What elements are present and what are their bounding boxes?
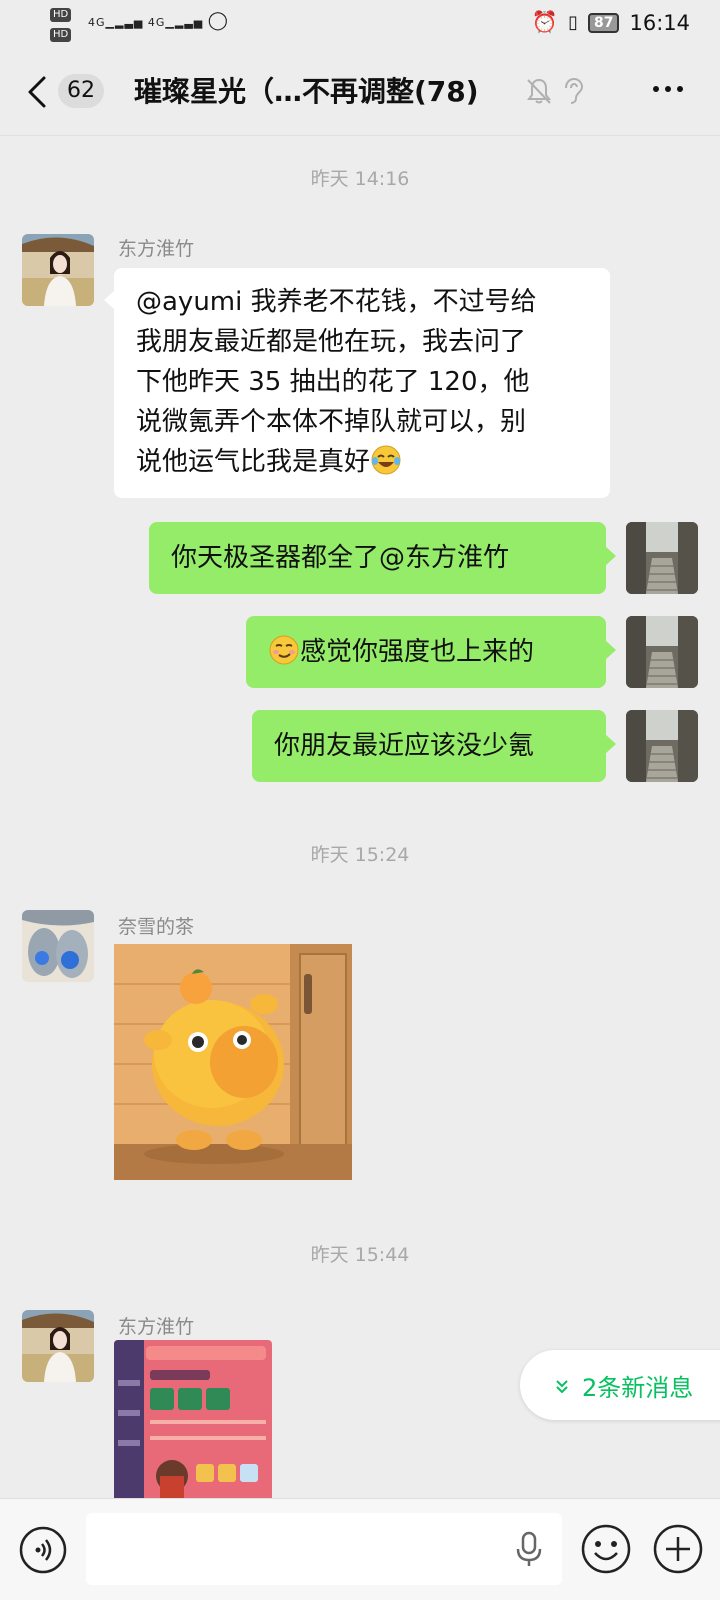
message-bubble-self[interactable]: 你朋友最近应该没少氪 [252, 710, 616, 782]
message-line: 说微氪弄个本体不掉队就可以，别 [136, 407, 527, 437]
vibrate-icon: ▯ [568, 12, 578, 33]
microphone-icon[interactable] [514, 1529, 544, 1569]
hd-badge: HD [50, 8, 72, 22]
message-line: 下他昨天 35 抽出的花了 120，他 [136, 367, 530, 397]
message-bubble-self[interactable]: 你天极圣器都全了@东方淮竹 [149, 522, 616, 594]
new-messages-label: 2条新消息 [582, 1373, 694, 1402]
message-line: @ayumi 我养老不花钱，不过号给 [136, 287, 537, 317]
clock: 16:14 [629, 10, 690, 35]
message-timestamp: 昨天 15:24 [310, 844, 410, 866]
signal-bars-icon: ▁▂▃▅ [165, 16, 204, 29]
more-options-icon[interactable] [648, 74, 688, 104]
double-chevron-down-icon [552, 1375, 572, 1395]
chat-header: 62 璀璨星光（…不再调整(78) [0, 48, 720, 136]
sender-name: 东方淮竹 [118, 238, 195, 260]
signal-bars-icon: ▁▂▃▅ [105, 16, 144, 29]
input-bar [0, 1498, 720, 1600]
network-type: 4G [147, 16, 166, 29]
status-bar: HD HD 4G▁▂▃▅ 4G▁▂▃▅ ◯ ⏰ ▯ 87 16:14 [0, 0, 720, 48]
voice-mode-icon[interactable] [18, 1525, 68, 1575]
sender-name: 东方淮竹 [118, 1316, 195, 1338]
earpiece-mode-icon [560, 76, 586, 106]
emoji-picker-icon[interactable] [580, 1523, 632, 1575]
avatar[interactable] [22, 234, 94, 306]
avatar-self[interactable] [626, 710, 698, 782]
hd-badge: HD [50, 28, 72, 42]
laughing-tears-emoji-icon [370, 444, 402, 476]
message-bubble-self[interactable]: 感觉你强度也上来的 [246, 616, 616, 688]
battery-indicator: 87 [587, 12, 620, 33]
message-timestamp: 昨天 15:44 [310, 1244, 410, 1266]
unread-count-badge[interactable]: 62 [58, 74, 104, 108]
sticker-image[interactable] [114, 944, 352, 1180]
message-input[interactable] [86, 1513, 562, 1585]
new-messages-button[interactable]: 2条新消息 [520, 1350, 720, 1420]
message-text: 感觉你强度也上来的 [300, 637, 535, 667]
message-bubble[interactable]: @ayumi 我养老不花钱，不过号给 我朋友最近都是他在玩，我去问了 下他昨天 … [104, 268, 610, 498]
avatar-self[interactable] [626, 616, 698, 688]
smirk-emoji-icon [268, 634, 300, 666]
image-message[interactable] [114, 1340, 272, 1500]
chat-title[interactable]: 璀璨星光（…不再调整(78) [134, 70, 479, 110]
avatar[interactable] [22, 1310, 94, 1382]
status-right: ⏰ ▯ 87 16:14 [532, 10, 690, 35]
network-type: 4G [88, 16, 106, 29]
message-timestamp: 昨天 14:16 [310, 168, 410, 190]
sender-name: 奈雪的茶 [118, 916, 195, 938]
avatar[interactable] [22, 910, 94, 982]
hd-indicators: HD HD [50, 4, 73, 44]
alarm-icon: ⏰ [531, 10, 559, 34]
avatar-self[interactable] [626, 522, 698, 594]
wifi-circle-icon: ◯ [207, 10, 229, 31]
mute-bell-icon [524, 76, 554, 106]
signal-icons: 4G▁▂▃▅ 4G▁▂▃▅ ◯ [88, 10, 229, 31]
message-line: 我朋友最近都是他在玩，我去问了 [136, 327, 527, 357]
message-line: 说他运气比我是真好 [136, 447, 371, 477]
more-actions-plus-icon[interactable] [652, 1523, 704, 1575]
back-arrow-icon[interactable] [26, 72, 48, 112]
